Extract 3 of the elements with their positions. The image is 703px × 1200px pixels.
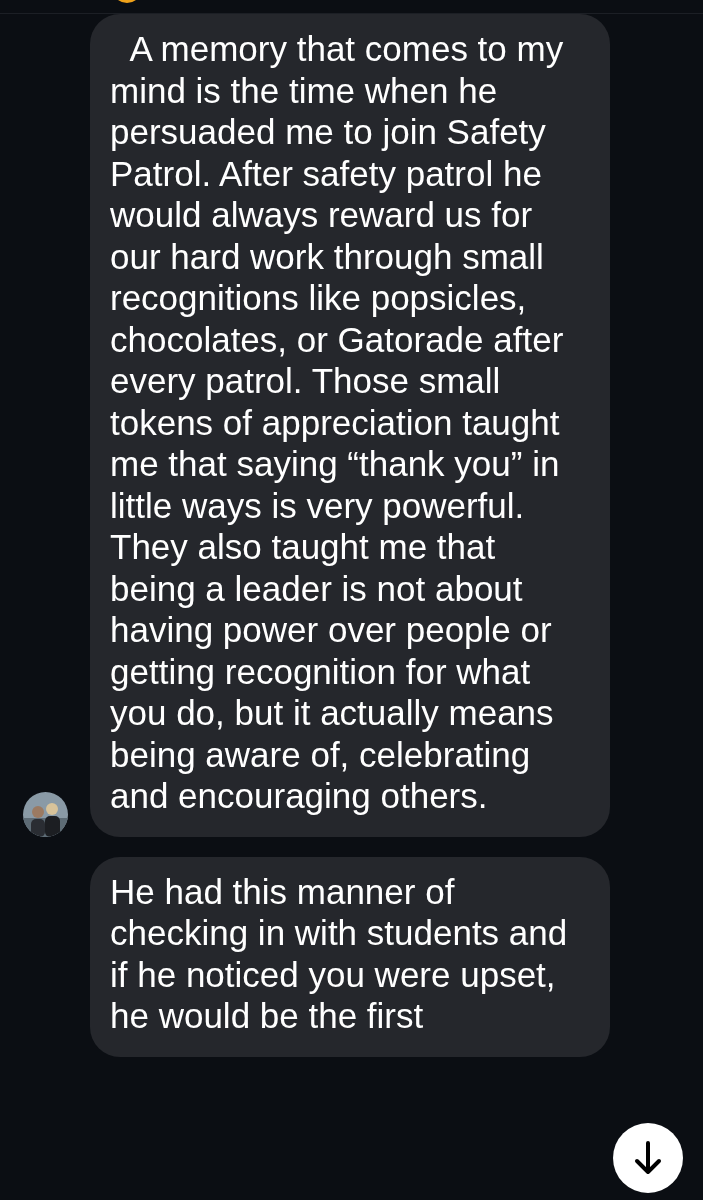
arrow-down-icon <box>634 1140 662 1176</box>
message-text: He had this manner of checking in with students and if he noticed you were upset, he would be the first <box>110 870 569 1037</box>
message-text: A memory that comes to my mind is the time when he persuaded me to join Safety Patrol. After safety patrol he would always reward us for our hard work through small recognitions like popsicles, chocolates, or Gatorade after every patrol. Those small tokens of appreciation taught me that saying “thank you” in little ways is very powerful. They also taught me that being a leader is not about having power over people or getting recognition for what you do, but it actually means being aware of, celebrating and encouraging others. <box>110 28 565 817</box>
